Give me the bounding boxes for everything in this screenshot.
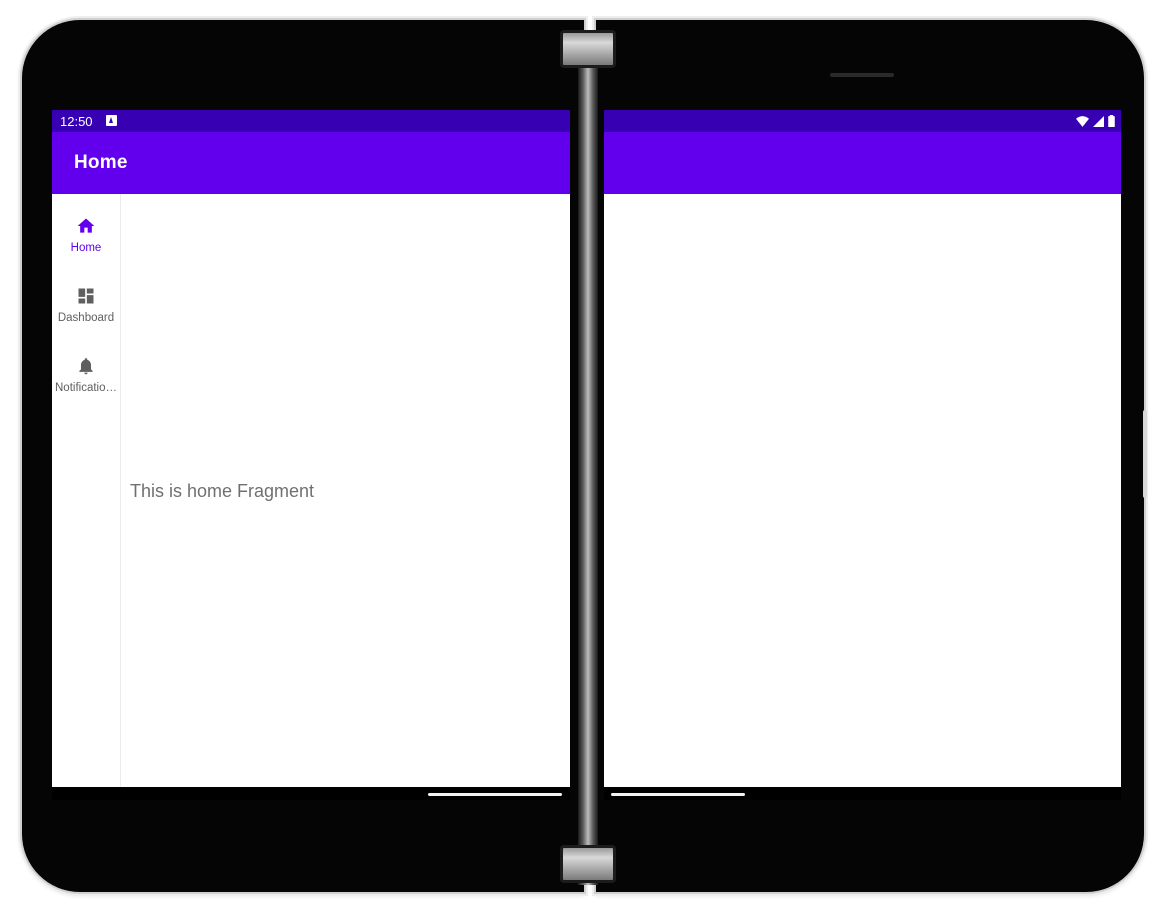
status-icons <box>1076 114 1115 128</box>
system-navigation-bar <box>604 787 1121 800</box>
app-bar: Home <box>52 132 570 194</box>
side-button <box>1143 410 1147 498</box>
system-navigation-bar <box>52 787 570 800</box>
navigation-rail: Home Dashboard Notificatio… <box>52 194 121 787</box>
status-bar: 12:50 <box>52 110 570 132</box>
gesture-handle[interactable] <box>428 793 562 796</box>
nav-item-dashboard[interactable]: Dashboard <box>52 286 120 342</box>
page-title: Home <box>74 152 128 173</box>
nav-item-home[interactable]: Home <box>52 216 120 272</box>
dashboard-icon <box>78 288 94 304</box>
bell-icon <box>79 358 93 375</box>
home-icon <box>77 218 95 233</box>
right-screen <box>604 110 1121 800</box>
battery-icon <box>1108 115 1115 127</box>
dual-screen-device: 12:50 Home Home Dashboard Notificatio… T… <box>0 0 1160 908</box>
app-bar <box>604 132 1121 194</box>
left-screen: 12:50 Home Home Dashboard Notificatio… T… <box>52 110 570 800</box>
nav-item-label: Notificatio… <box>55 382 117 394</box>
cellular-signal-icon <box>1093 115 1104 127</box>
status-time: 12:50 <box>60 114 93 129</box>
fragment-text: This is home Fragment <box>130 481 315 501</box>
gesture-handle[interactable] <box>611 793 745 796</box>
hinge-top-cap <box>560 30 616 68</box>
hinge-bottom-cap <box>560 845 616 883</box>
hinge <box>578 30 598 885</box>
notification-app-icon <box>106 115 117 126</box>
wifi-icon <box>1076 115 1089 127</box>
main-content: Home Dashboard Notificatio… This is home… <box>52 194 570 787</box>
nav-item-label: Home <box>70 242 102 254</box>
secondary-content <box>604 194 1121 787</box>
status-bar <box>604 110 1121 132</box>
nav-item-label: Dashboard <box>57 312 115 324</box>
nav-item-notifications[interactable]: Notificatio… <box>52 356 120 412</box>
earpiece-speaker <box>830 73 894 77</box>
